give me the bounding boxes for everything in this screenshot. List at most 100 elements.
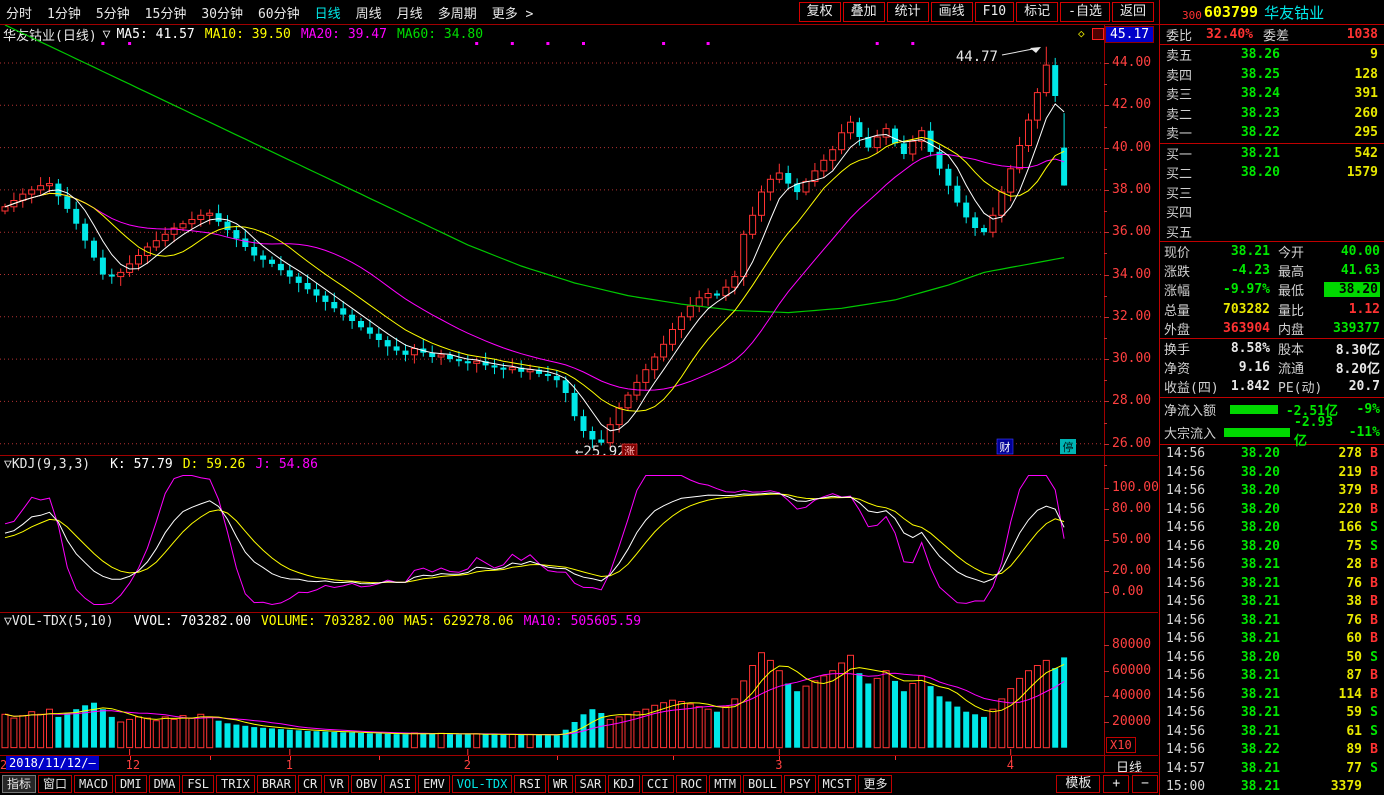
toolbar-button-6[interactable]: -自选 (1060, 2, 1110, 22)
price-tick-6: 32.00 (1112, 309, 1151, 324)
period-tab-4[interactable]: 30分钟 (201, 3, 243, 22)
indicator-tab-18[interactable]: CCI (642, 775, 674, 793)
indicator-tab-11[interactable]: ASI (384, 775, 416, 793)
main-price-chart: 44.77←25.92涨财停 (0, 25, 1104, 455)
zoom-out-button[interactable]: − (1132, 775, 1158, 793)
info-row-0: 现价38.21今开40.00 (1160, 242, 1384, 261)
month-label-0: 12 (126, 758, 140, 772)
tick-row-6: 14:5638.2128B (1160, 556, 1384, 575)
indicator-tab-3[interactable]: DMI (115, 775, 147, 793)
ask-row-0[interactable]: 卖五38.269 (1160, 45, 1384, 65)
toolbar-button-7[interactable]: 返回 (1112, 2, 1154, 22)
signal-dots (101, 42, 914, 45)
indicator-tab-9[interactable]: VR (324, 775, 348, 793)
tick-row-17: 14:5738.2177S (1160, 759, 1384, 778)
kdj-value-0: K: 57.79 (110, 457, 173, 472)
period-tab-3[interactable]: 15分钟 (145, 3, 187, 22)
indicator-tab-14[interactable]: RSI (514, 775, 546, 793)
kdj-label[interactable]: ▽KDJ(9,3,3) (4, 457, 90, 472)
flow-row-1: 大宗流入-2.93亿-11% (1160, 421, 1384, 444)
tick-row-3: 14:5638.20220B (1160, 500, 1384, 519)
toolbar-button-2[interactable]: 统计 (887, 2, 929, 22)
toolbar-button-5[interactable]: 标记 (1016, 2, 1058, 22)
tick-row-13: 14:5638.21114B (1160, 685, 1384, 704)
period-tab-1[interactable]: 1分钟 (47, 3, 81, 22)
vol-tick-1: 60000 (1112, 663, 1151, 678)
price-tick-8: 28.00 (1112, 393, 1151, 408)
volume-multiplier: X10 (1106, 737, 1136, 753)
indicator-tab-23[interactable]: MCST (818, 775, 857, 793)
indicator-tab-5[interactable]: FSL (182, 775, 214, 793)
indicator-tab-1[interactable]: 窗口 (38, 775, 72, 793)
toolbar-button-1[interactable]: 叠加 (843, 2, 885, 22)
vol-value-0: VVOL: 703282.00 (134, 614, 251, 629)
tick-row-9: 14:5638.2176B (1160, 611, 1384, 630)
ask-row-2[interactable]: 卖三38.24391 (1160, 84, 1384, 104)
toolbar-button-3[interactable]: 画线 (931, 2, 973, 22)
vol-value-3: MA10: 505605.59 (524, 614, 641, 629)
price-tick-0: 44.00 (1112, 55, 1151, 70)
high-price-annotation: 44.77 (956, 49, 998, 65)
toolbar-buttons: 复权叠加统计画线F10标记-自选返回 (797, 2, 1154, 22)
period-tab-10[interactable]: 更多 > (492, 3, 534, 22)
period-tab-5[interactable]: 60分钟 (258, 3, 300, 22)
period-tab-9[interactable]: 多周期 (438, 3, 477, 22)
stock-code[interactable]: 603799 (1204, 3, 1258, 21)
tick-row-8: 14:5638.2138B (1160, 593, 1384, 612)
price-tick-3: 38.00 (1112, 182, 1151, 197)
vol-label[interactable]: ▽VOL-TDX(5,10) (4, 614, 114, 629)
period-tab-7[interactable]: 周线 (356, 3, 382, 22)
indicator-tab-0[interactable]: 指标 (2, 775, 36, 793)
low-price-annotation: ←25.92 (575, 444, 626, 455)
indicator-tab-17[interactable]: KDJ (608, 775, 640, 793)
indicator-tab-15[interactable]: WR (548, 775, 572, 793)
price-axis-max: 45.17 (1105, 26, 1154, 43)
template-button[interactable]: 模板 (1056, 775, 1100, 793)
kdj-tick-2: 50.00 (1112, 532, 1151, 547)
tick-row-16: 14:5638.2289B (1160, 741, 1384, 760)
indicator-tab-2[interactable]: MACD (74, 775, 113, 793)
period-tab-8[interactable]: 月线 (397, 3, 423, 22)
indicator-tab-13[interactable]: VOL-TDX (452, 775, 513, 793)
bid-row-0[interactable]: 买一38.21542 (1160, 144, 1384, 164)
bid-row-3[interactable]: 买四 (1160, 202, 1384, 222)
period-tab-6[interactable]: 日线 (315, 3, 341, 22)
weicha-value: 1038 (1347, 27, 1378, 42)
toolbar-button-4[interactable]: F10 (975, 2, 1014, 22)
indicator-tab-19[interactable]: ROC (676, 775, 708, 793)
bid-row-2[interactable]: 买三 (1160, 183, 1384, 203)
price-tick-5: 34.00 (1112, 267, 1151, 282)
indicator-tab-24[interactable]: 更多 (858, 775, 892, 793)
j-line (5, 476, 1064, 605)
info-row-2: 涨幅-9.97%最低38.20 (1160, 280, 1384, 299)
ask-row-4[interactable]: 卖一38.22295 (1160, 123, 1384, 143)
indicator-tab-16[interactable]: SAR (575, 775, 607, 793)
indicator-tab-7[interactable]: BRAR (257, 775, 296, 793)
ask-row-1[interactable]: 卖四38.25128 (1160, 65, 1384, 85)
kdj-tick-3: 20.00 (1112, 563, 1151, 578)
period-tab-2[interactable]: 5分钟 (96, 3, 130, 22)
bid-row-1[interactable]: 买二38.201579 (1160, 163, 1384, 183)
vol-values: VVOL: 703282.00VOLUME: 703282.00MA5: 629… (124, 614, 651, 629)
month-label-3: 3 (775, 758, 782, 772)
date-range-indicator[interactable]: 2018/11/12/— (6, 756, 99, 770)
vol-value-1: VOLUME: 703282.00 (261, 614, 394, 629)
quote-panel: 300 603799 华友钴业 委比 32.40% 委差 1038 卖五38.2… (1159, 0, 1384, 795)
indicator-tab-10[interactable]: OBV (351, 775, 383, 793)
indicator-tab-4[interactable]: DMA (149, 775, 181, 793)
period-tab-0[interactable]: 分时 (6, 3, 32, 22)
stock-name[interactable]: 华友钴业 (1264, 2, 1324, 23)
bid-row-4[interactable]: 买五 (1160, 222, 1384, 242)
tick-row-18: 15:0038.213379 (1160, 778, 1384, 795)
market-tag: 300 (1182, 9, 1202, 22)
weicha-label: 委差 (1263, 25, 1289, 44)
indicator-tab-12[interactable]: EMV (418, 775, 450, 793)
indicator-tab-20[interactable]: MTM (709, 775, 741, 793)
indicator-tab-22[interactable]: PSY (784, 775, 816, 793)
indicator-tab-8[interactable]: CR (298, 775, 322, 793)
zoom-in-button[interactable]: + (1103, 775, 1129, 793)
ask-row-3[interactable]: 卖二38.23260 (1160, 104, 1384, 124)
indicator-tab-21[interactable]: BOLL (743, 775, 782, 793)
toolbar-button-0[interactable]: 复权 (799, 2, 841, 22)
indicator-tab-6[interactable]: TRIX (216, 775, 255, 793)
